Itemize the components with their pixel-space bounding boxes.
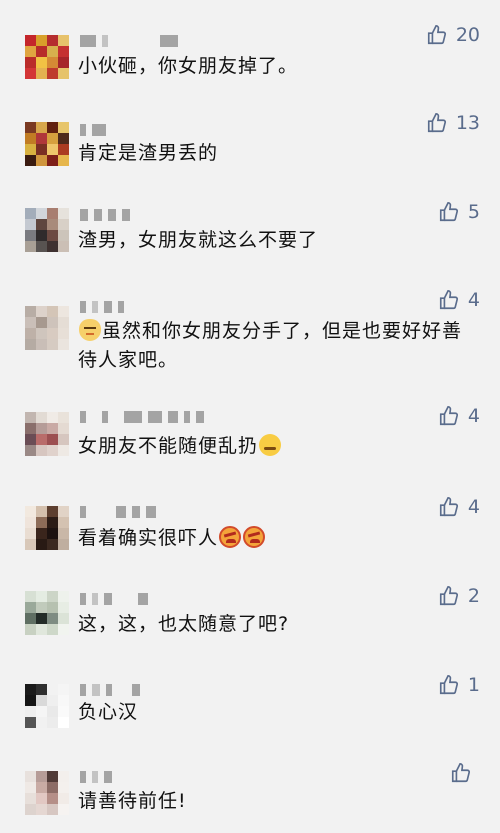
like-count: 4 [467, 496, 480, 518]
avatar[interactable] [25, 35, 69, 79]
thumb-up-icon [427, 113, 446, 133]
comment-text-content: 负心汉 [78, 701, 139, 723]
comment-text: 看着确实很吓人 [78, 524, 478, 553]
comment-text: 小伙砸，你女朋友掉了。 [78, 52, 478, 81]
comment-text-content: 这，这，也太随意了吧? [78, 613, 290, 635]
thumb-up-icon [427, 25, 446, 45]
comment-text-content: 小伙砸，你女朋友掉了。 [78, 55, 299, 77]
username[interactable] [80, 592, 148, 606]
username[interactable] [80, 34, 178, 48]
avatar[interactable] [25, 684, 69, 728]
username[interactable] [80, 208, 130, 222]
like-button[interactable]: 5 [438, 201, 480, 223]
comment-list: 小伙砸，你女朋友掉了。 20 肯定是渣男丢的 13 渣男，女朋友就这么不要了 5… [0, 0, 500, 833]
avatar[interactable] [25, 208, 69, 252]
like-button[interactable]: 20 [426, 24, 480, 46]
comment-text-content: 女朋友不能随便乱扔 [78, 435, 259, 457]
comment-text: 请善待前任! [78, 787, 478, 816]
comment-text-content: 看着确实很吓人 [78, 527, 219, 549]
comment-text: 肯定是渣男丢的 [78, 139, 478, 168]
avatar[interactable] [25, 122, 69, 166]
comment-text-content: 虽然和你女朋友分手了，但是也要好好善待人家吧。 [78, 320, 463, 371]
like-button[interactable]: 4 [438, 496, 480, 518]
username[interactable] [80, 410, 204, 424]
avatar[interactable] [25, 506, 69, 550]
thumb-up-icon [439, 497, 458, 517]
username[interactable] [80, 123, 106, 137]
like-count: 1 [467, 674, 480, 696]
thinking-emoji [259, 434, 282, 456]
thumb-up-icon [451, 763, 471, 783]
comment-text: 虽然和你女朋友分手了，但是也要好好善待人家吧。 [78, 317, 478, 375]
username[interactable] [80, 505, 156, 519]
thumb-up-icon [439, 406, 458, 426]
smug-cat-emoji [79, 319, 101, 341]
like-count: 2 [467, 585, 480, 607]
username[interactable] [80, 683, 140, 697]
thumb-up-icon [439, 586, 458, 606]
like-button[interactable]: 4 [438, 405, 480, 427]
like-count: 13 [455, 112, 480, 134]
angry-emoji [219, 526, 242, 548]
avatar[interactable] [25, 412, 69, 456]
like-button[interactable]: 2 [438, 585, 480, 607]
username[interactable] [80, 770, 112, 784]
avatar[interactable] [25, 771, 69, 815]
comment-text-content: 请善待前任! [78, 790, 187, 812]
angry-emoji [243, 526, 266, 548]
username[interactable] [80, 300, 124, 314]
like-button[interactable]: 13 [426, 112, 480, 134]
comment-text-content: 渣男，女朋友就这么不要了 [78, 229, 319, 251]
comment-text: 这，这，也太随意了吧? [78, 610, 478, 639]
like-button[interactable]: 4 [438, 289, 480, 311]
like-count: 20 [455, 24, 480, 46]
thumb-up-icon [439, 675, 458, 695]
like-button[interactable] [450, 762, 480, 784]
thumb-up-icon [439, 202, 458, 222]
avatar[interactable] [25, 306, 69, 350]
comment-text-content: 肯定是渣男丢的 [78, 142, 219, 164]
like-count: 4 [467, 289, 480, 311]
like-count: 5 [467, 201, 480, 223]
comment-text: 女朋友不能随便乱扔 [78, 432, 478, 461]
thumb-up-icon [439, 290, 458, 310]
like-button[interactable]: 1 [438, 674, 480, 696]
avatar[interactable] [25, 591, 69, 635]
comment-text: 渣男，女朋友就这么不要了 [78, 226, 478, 255]
comment-text: 负心汉 [78, 698, 478, 727]
like-count: 4 [467, 405, 480, 427]
